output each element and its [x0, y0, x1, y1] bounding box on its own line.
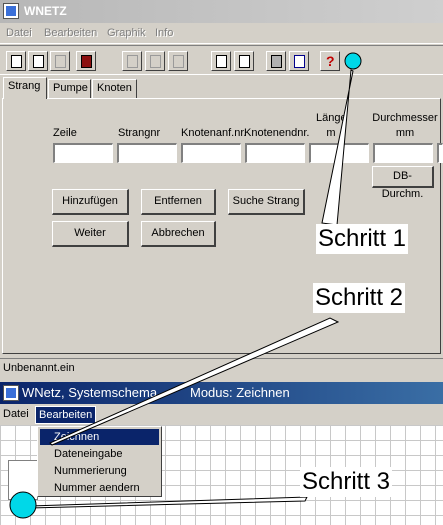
callout-step3: Schritt 3: [300, 467, 393, 497]
step2-pointer: [49, 317, 340, 446]
tab-strang[interactable]: Strang: [3, 77, 47, 99]
step3-pointer: [29, 496, 308, 509]
callout-step1: Schritt 1: [316, 224, 409, 254]
annotation-overlay: [9, 52, 362, 519]
step1-pointer: [321, 69, 354, 226]
callout-step2: Schritt 2: [313, 283, 406, 313]
step1-marker: [344, 52, 362, 70]
step3-marker: [9, 491, 37, 519]
